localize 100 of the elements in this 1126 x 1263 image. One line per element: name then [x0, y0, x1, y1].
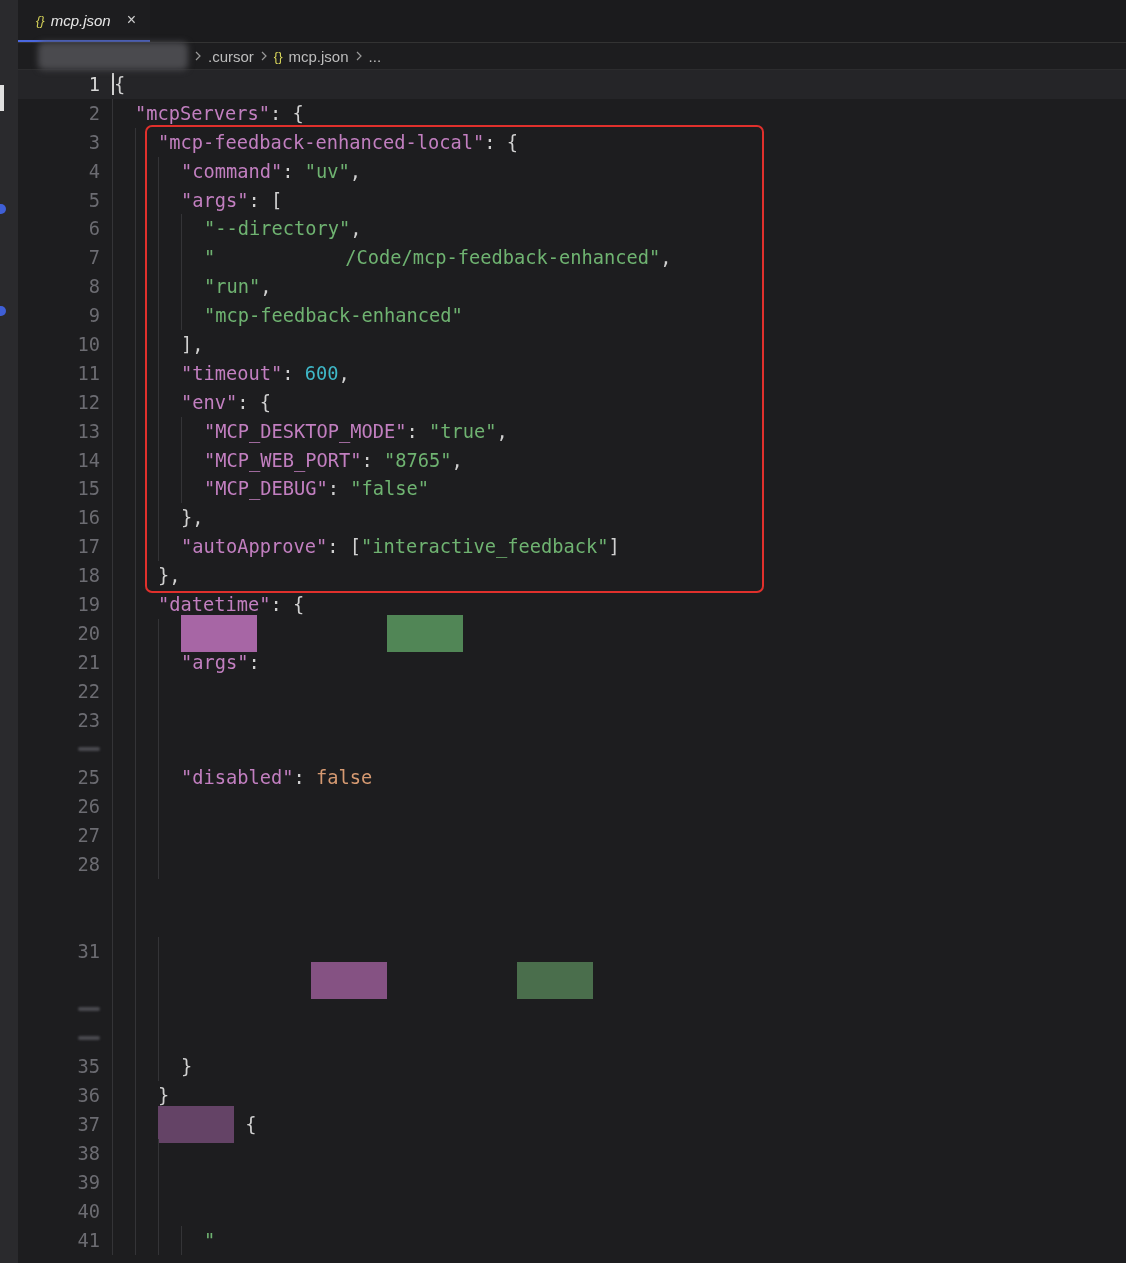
code-token: : — [293, 767, 306, 789]
code-token: "false" — [350, 478, 430, 500]
code-token: /Code/mcp-feedback-enhanced" — [345, 247, 661, 269]
line-number: 13 — [76, 420, 100, 442]
code-token: ], — [181, 333, 204, 355]
code-token: " — [204, 1229, 216, 1251]
code-token: "timeout" — [181, 362, 283, 384]
code-token: : [ — [248, 189, 283, 211]
code-token: "command" — [181, 160, 283, 182]
line-number: 41 — [76, 1229, 100, 1251]
code-token: } — [158, 1085, 170, 1107]
code-token: : { — [237, 391, 272, 413]
breadcrumb-item[interactable]: mcp.json — [288, 47, 349, 65]
code-token: "args" — [181, 189, 249, 211]
text-cursor — [112, 73, 114, 96]
code-token: "mcpServers" — [135, 102, 270, 124]
line-number: 3 — [87, 131, 100, 153]
code-token: "true" — [429, 420, 497, 442]
code-token: , — [260, 276, 272, 298]
code-token: , — [496, 420, 508, 442]
line-number: 17 — [76, 536, 100, 558]
line-number: 37 — [76, 1114, 100, 1135]
code-token: "8765" — [384, 449, 452, 471]
line-number: 1 — [87, 73, 100, 95]
line-number: 16 — [76, 507, 100, 529]
code-token: "--directory" — [204, 218, 351, 240]
line-number: 28 — [76, 854, 100, 875]
line-number: 22 — [76, 680, 100, 702]
code-token: "run" — [204, 276, 261, 298]
breadcrumb-item[interactable]: ... — [368, 47, 382, 65]
line-number: 19 — [76, 593, 100, 615]
obscured-line-number — [78, 746, 100, 751]
line-number: 39 — [76, 1171, 100, 1193]
code-token: "MCP_DESKTOP_MODE" — [204, 420, 407, 442]
line-number: 6 — [87, 218, 100, 240]
code-token: : { — [270, 102, 304, 124]
line-number: 10 — [76, 333, 100, 355]
code-token: "datetime" — [158, 593, 271, 615]
code-token: : { — [484, 131, 519, 153]
line-number: 11 — [76, 362, 100, 384]
code-token: , — [660, 247, 672, 269]
code-token: "mcp-feedback-enhanced-local" — [158, 131, 485, 153]
close-icon[interactable]: × — [126, 11, 137, 29]
code-token: 600 — [304, 362, 339, 384]
obscured-line-number — [78, 1006, 100, 1011]
code-token: "MCP_DEBUG" — [204, 478, 328, 500]
code-token: : — [327, 478, 341, 500]
code-token: }, — [181, 507, 204, 529]
line-number: 8 — [87, 276, 100, 298]
line-number: 25 — [76, 767, 100, 789]
line-number: 27 — [76, 825, 100, 847]
line-number: 40 — [76, 1200, 100, 1222]
obscured-line-number — [78, 1035, 100, 1040]
code-token: "disabled" — [181, 767, 294, 789]
code-token: }, — [158, 565, 181, 587]
line-number: 2 — [87, 102, 100, 124]
code-token: , — [451, 449, 463, 471]
line-number: 14 — [76, 449, 100, 471]
code-token: ] — [608, 536, 620, 558]
code-token: " — [204, 247, 216, 269]
line-number: 7 — [87, 247, 100, 269]
code-token: false — [316, 767, 373, 789]
code-token: "interactive_feedback" — [361, 536, 609, 558]
code-token: "env" — [181, 391, 238, 413]
line-number: 12 — [76, 391, 100, 413]
code-token: : [ — [327, 536, 362, 558]
code-token: , — [338, 362, 350, 384]
line-number: 9 — [87, 305, 100, 327]
code-token: "MCP_WEB_PORT" — [204, 449, 362, 471]
code-token: } — [181, 1056, 193, 1078]
chevron-icon — [354, 51, 363, 61]
line-number: 21 — [76, 651, 100, 673]
line-number: 38 — [76, 1142, 100, 1164]
code-token: : { — [270, 593, 305, 615]
line-number: 15 — [76, 478, 100, 500]
code-token: "mcp-feedback-enhanced" — [204, 305, 463, 327]
line-number: 35 — [76, 1056, 100, 1078]
line-number: 18 — [76, 565, 100, 587]
line-number: 20 — [76, 622, 100, 644]
code-token: : — [406, 420, 419, 442]
code-token: , — [350, 218, 362, 240]
code-token: : — [361, 449, 374, 471]
line-number: 36 — [76, 1085, 100, 1107]
line-number: 31 — [76, 940, 100, 962]
line-number: 23 — [76, 709, 100, 731]
code-token: : — [282, 160, 295, 182]
code-token: , — [349, 160, 362, 182]
chevron-icon — [259, 51, 268, 61]
code-token: "uv" — [304, 160, 350, 182]
line-number: 4 — [87, 160, 100, 182]
breadcrumb-item[interactable]: .cursor — [208, 47, 254, 65]
code-token: : — [248, 651, 260, 673]
code-token: { — [244, 1114, 257, 1135]
code-token: { — [114, 73, 126, 95]
chevron-icon — [194, 51, 202, 61]
line-number: 26 — [76, 796, 100, 818]
code-token: "autoApprove" — [181, 536, 328, 558]
line-number: 5 — [87, 189, 100, 211]
code-token: : — [282, 362, 295, 384]
json-file-icon: {} — [273, 48, 283, 64]
